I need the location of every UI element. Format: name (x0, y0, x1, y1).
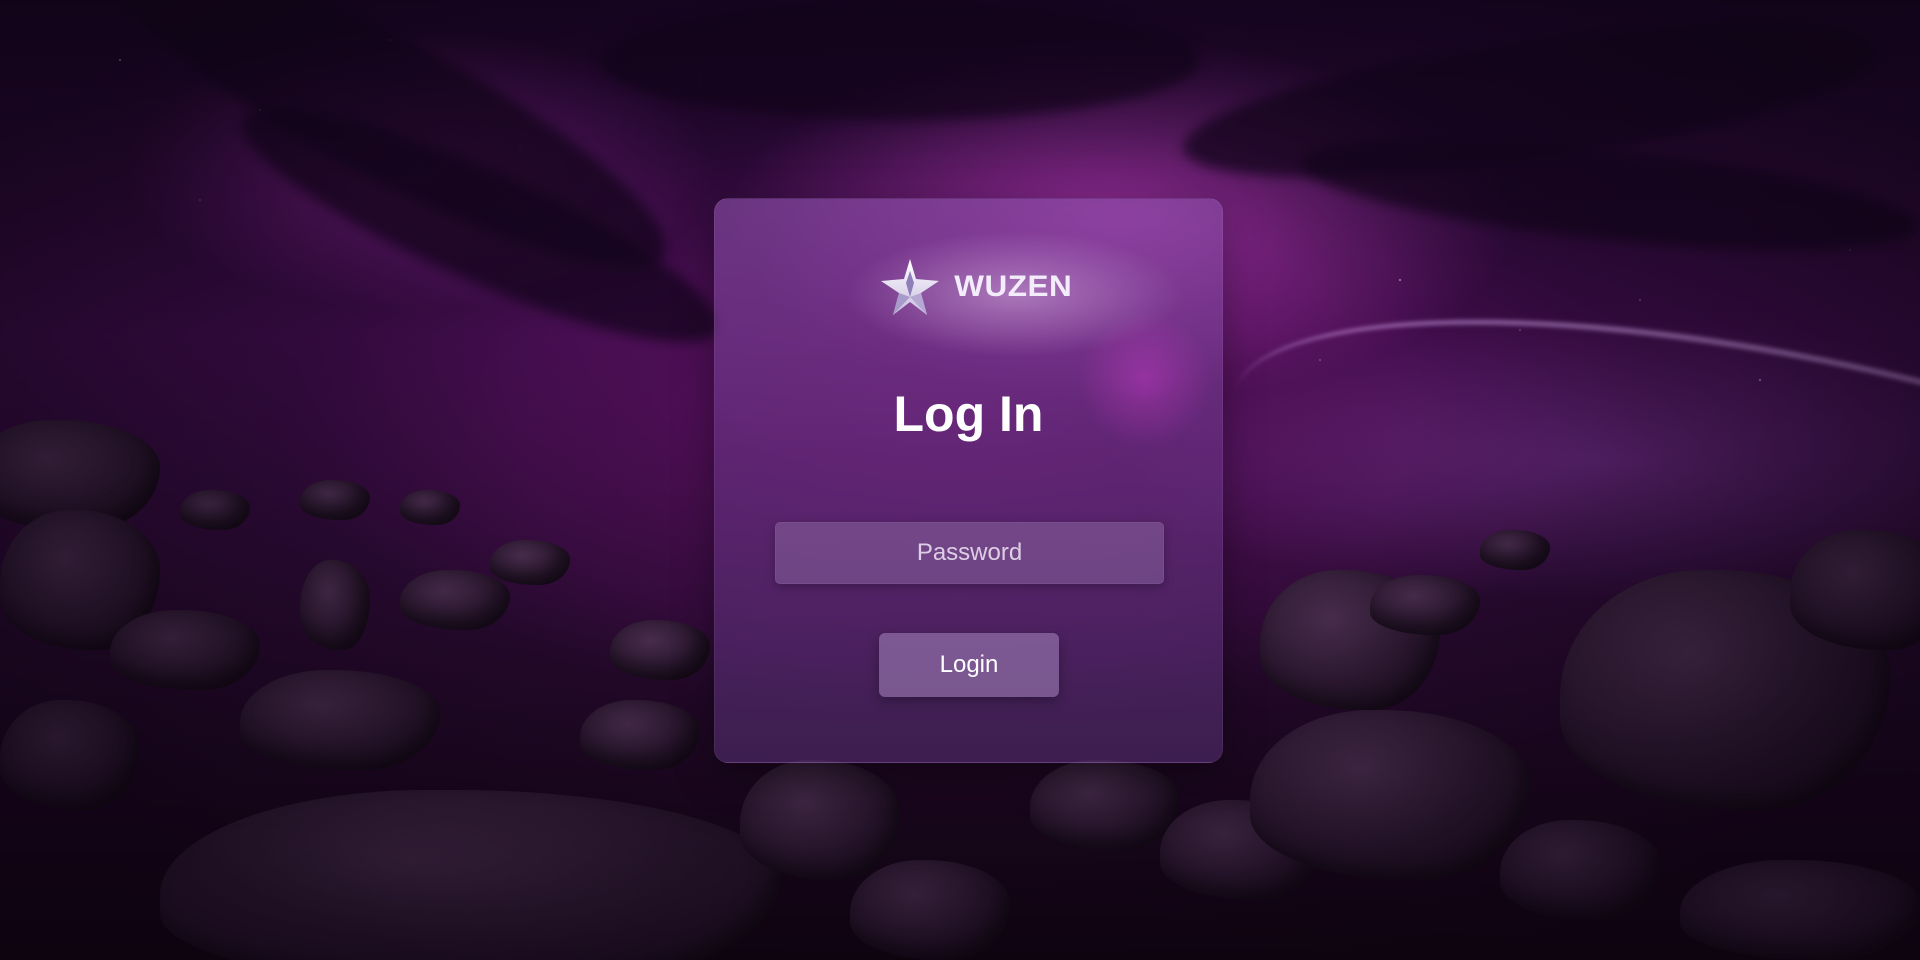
page-title: Log In (893, 386, 1044, 442)
star-logo-icon (881, 259, 939, 315)
password-input[interactable] (775, 522, 1164, 584)
brand-logo: WUZEN (877, 257, 1073, 317)
brand-name: WUZEN (954, 270, 1073, 303)
login-button[interactable]: Login (879, 633, 1059, 697)
login-page: WUZEN Log In Login (0, 0, 1920, 960)
login-card: WUZEN Log In Login (714, 198, 1223, 763)
